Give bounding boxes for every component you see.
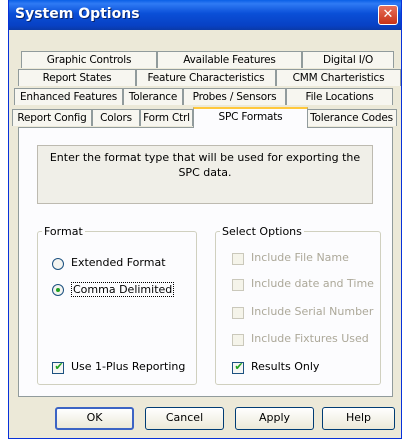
tab-tolerance-codes[interactable]: Tolerance Codes xyxy=(306,109,397,126)
checkbox-icon xyxy=(232,279,244,291)
tab-colors[interactable]: Colors xyxy=(92,109,140,126)
checkbox-icon xyxy=(232,334,244,346)
tab-available-features[interactable]: Available Features xyxy=(157,51,302,68)
close-button[interactable]: ✕ xyxy=(378,5,398,25)
tab-enhanced-features[interactable]: Enhanced Features xyxy=(14,88,123,105)
radio-icon xyxy=(52,258,64,270)
ok-button[interactable]: OK xyxy=(55,407,134,430)
instructions-text: Enter the format type that will be used … xyxy=(49,151,361,179)
use-1-plus-reporting-label: Use 1-Plus Reporting xyxy=(71,360,186,373)
title-bar[interactable]: System Options ✕ xyxy=(9,0,401,30)
include-file-name-label: Include File Name xyxy=(251,251,349,264)
help-button[interactable]: Help xyxy=(322,407,395,430)
tab-cmm-charteristics[interactable]: CMM Charteristics xyxy=(276,69,401,86)
check-mark-icon: ✔ xyxy=(234,360,244,373)
comma-delimited-label: Comma Delimited xyxy=(71,282,175,297)
include-date-time-label: Include date and Time xyxy=(251,277,374,290)
checkbox-icon: ✔ xyxy=(232,360,244,374)
check-mark-icon: ✔ xyxy=(54,360,64,373)
include-fixtures-used-label: Include Fixtures Used xyxy=(251,332,369,345)
radio-selected-icon xyxy=(52,284,64,296)
spc-formats-panel: Enter the format type that will be used … xyxy=(18,127,393,397)
tab-probes-sensors[interactable]: Probes / Sensors xyxy=(183,88,286,105)
tab-form-ctrl[interactable]: Form Ctrl xyxy=(140,109,193,126)
tab-graphic-controls[interactable]: Graphic Controls xyxy=(21,51,157,68)
tab-feature-characteristics[interactable]: Feature Characteristics xyxy=(136,69,276,86)
extended-format-label: Extended Format xyxy=(71,256,166,269)
radio-dot-icon xyxy=(56,288,60,292)
instructions-box: Enter the format type that will be used … xyxy=(37,145,373,204)
window-title: System Options xyxy=(15,6,140,22)
tab-file-locations[interactable]: File Locations xyxy=(286,88,393,105)
tab-report-states[interactable]: Report States xyxy=(18,69,136,86)
cancel-button[interactable]: Cancel xyxy=(145,407,224,430)
checkbox-icon: ✔ xyxy=(52,360,64,374)
tab-report-config[interactable]: Report Config xyxy=(12,109,92,126)
checkbox-icon xyxy=(232,253,244,265)
results-only-label: Results Only xyxy=(251,360,320,373)
format-legend: Format xyxy=(44,225,83,238)
select-options-legend: Select Options xyxy=(222,225,302,238)
include-serial-number-label: Include Serial Number xyxy=(251,305,374,318)
system-options-dialog: System Options ✕ Graphic Controls Availa… xyxy=(8,0,402,439)
tab-digital-io[interactable]: Digital I/O xyxy=(302,51,394,68)
apply-button[interactable]: Apply xyxy=(235,407,314,430)
checkbox-icon xyxy=(232,307,244,319)
tab-spc-formats[interactable]: SPC Formats xyxy=(193,107,308,128)
close-icon: ✕ xyxy=(382,7,394,22)
tab-tolerance[interactable]: Tolerance xyxy=(123,88,183,105)
